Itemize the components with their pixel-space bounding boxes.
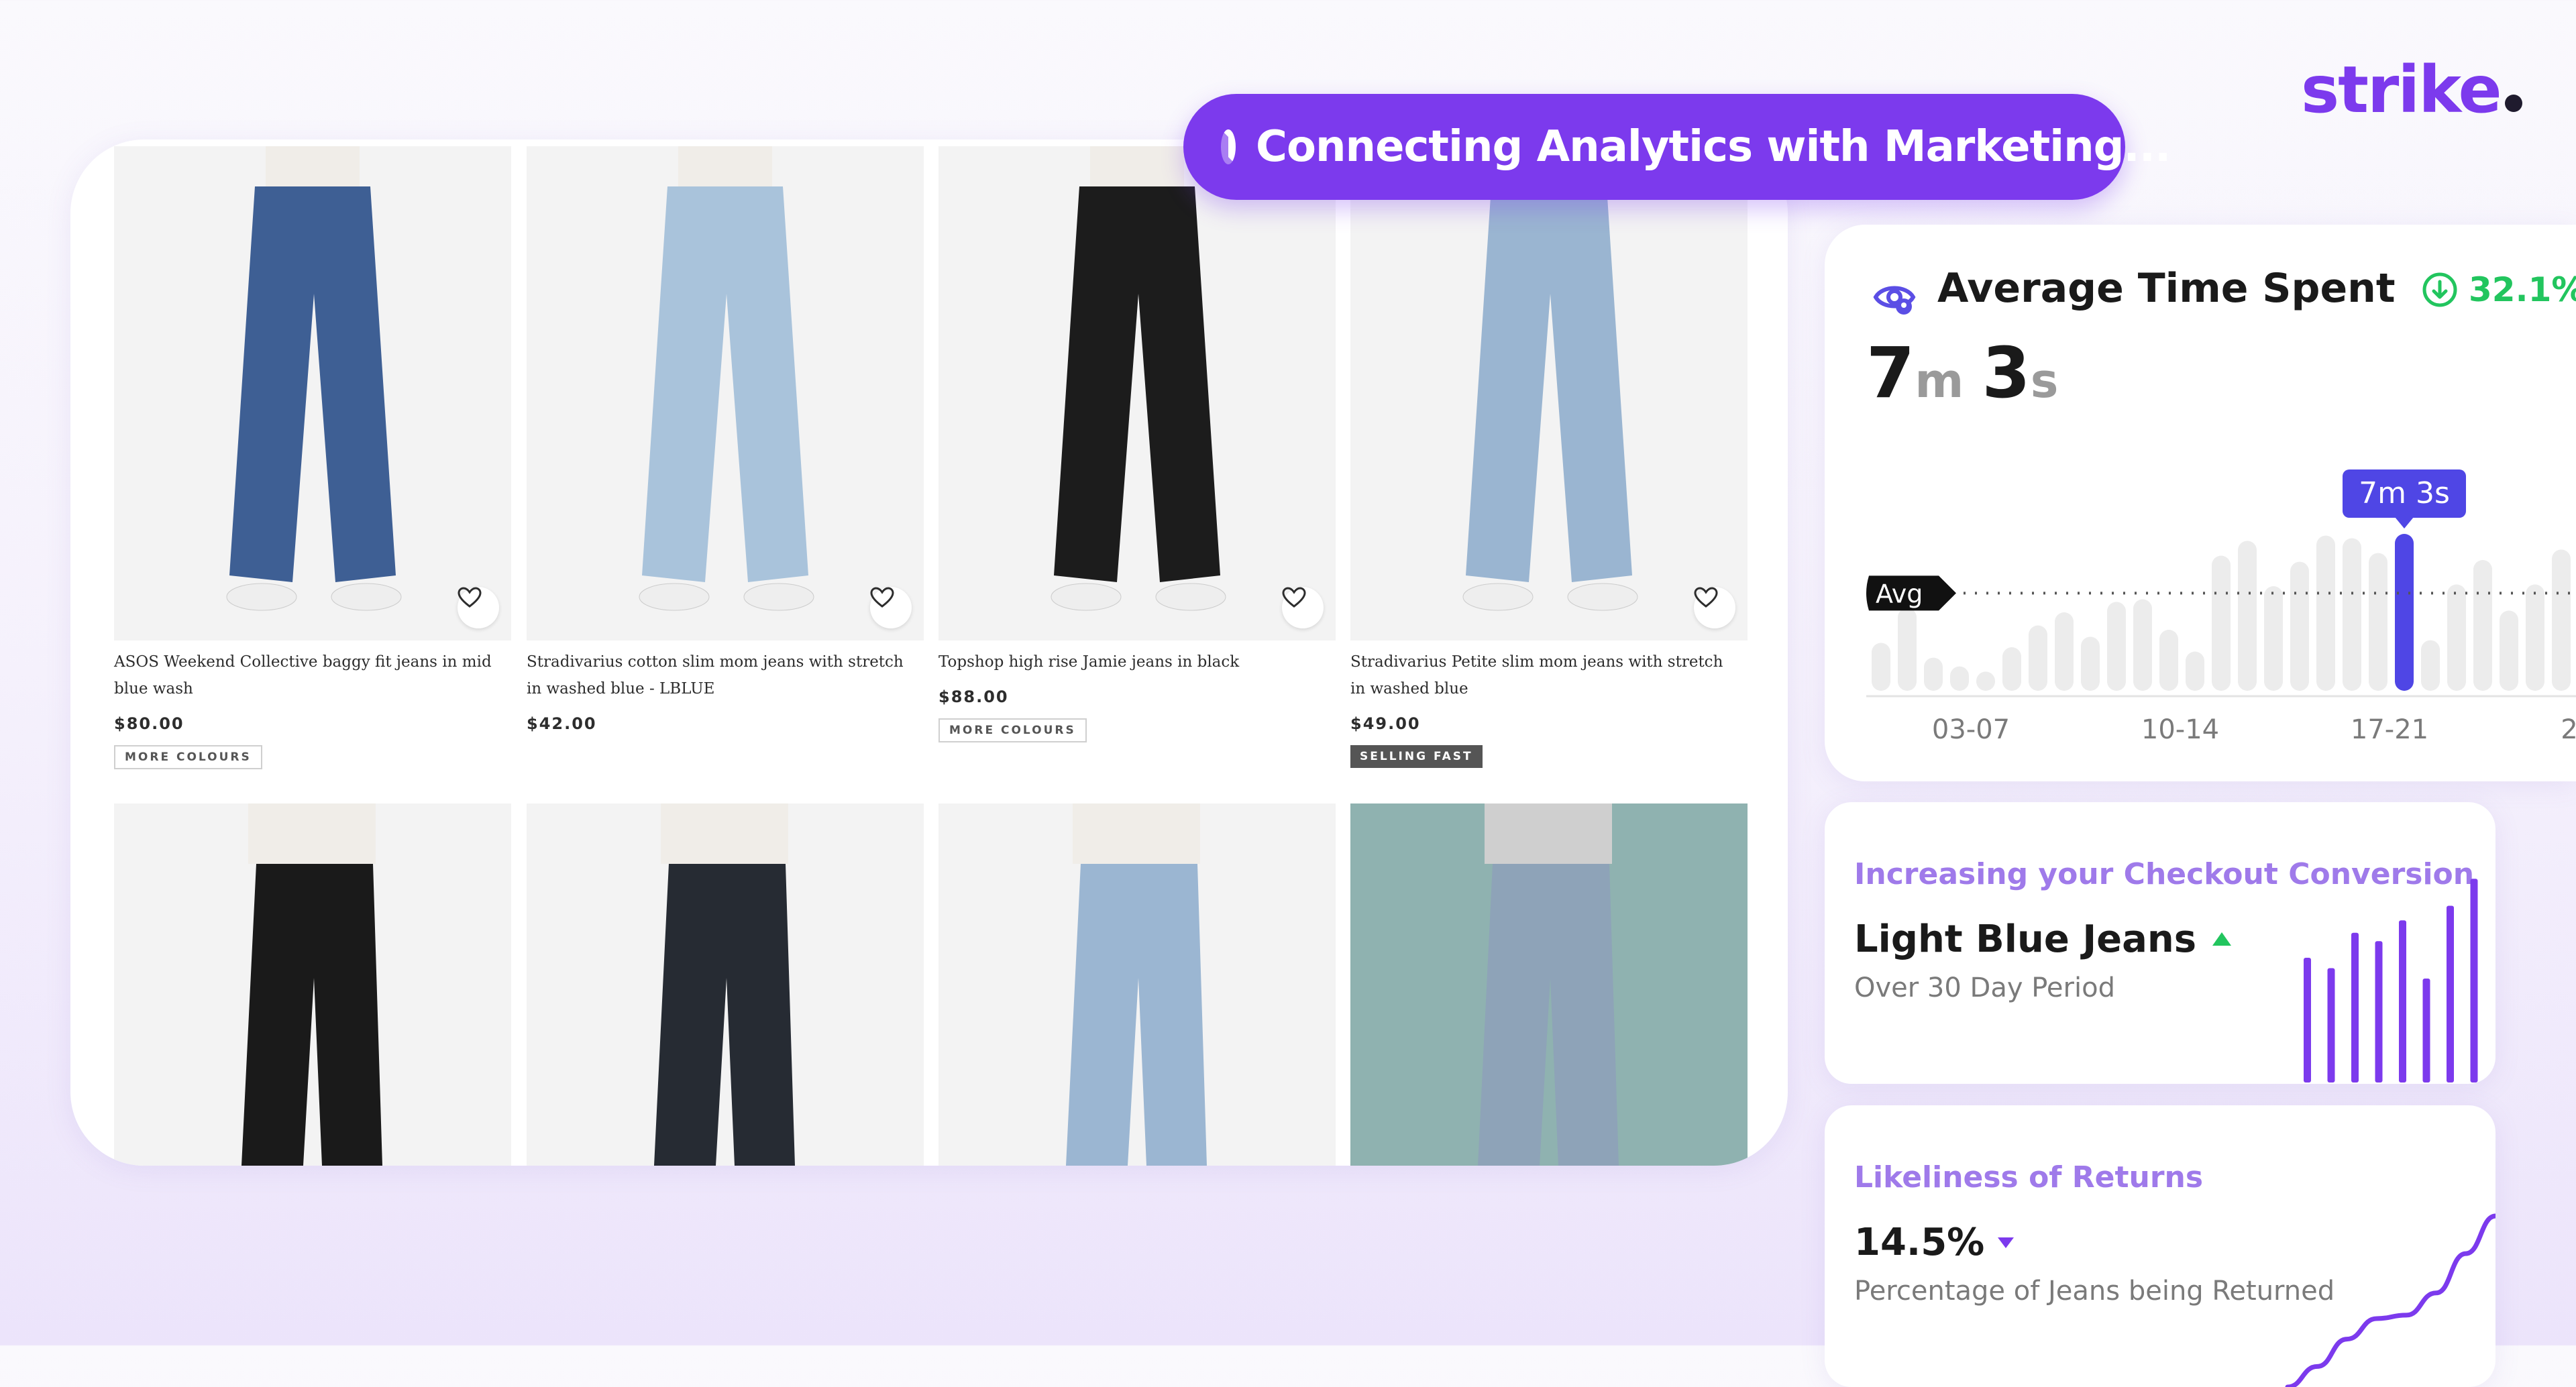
product-image[interactable] — [114, 146, 511, 641]
product-price: $42.00 — [527, 714, 597, 733]
chart-bar — [2081, 636, 2100, 691]
tooltip-pointer — [2395, 517, 2414, 529]
wishlist-heart-icon[interactable] — [458, 587, 499, 628]
average-time-card: Average Time Spent 32.1% 7m 3s Avg 7m 3s 0… — [1825, 225, 2576, 781]
product-card[interactable] — [114, 803, 511, 1166]
loading-spinner-icon — [1221, 129, 1236, 164]
chart-bar — [2133, 599, 2152, 691]
chart-bar — [2500, 610, 2518, 691]
product-card[interactable] — [1350, 803, 1748, 1166]
product-card[interactable] — [938, 803, 1336, 1166]
average-label: Avg — [1866, 575, 1956, 611]
product-image[interactable] — [114, 803, 511, 1166]
chart-bar — [1950, 666, 1969, 691]
selling-fast-badge: SELLING FAST — [1350, 745, 1483, 768]
product-name[interactable]: Stradivarius Petite slim mom jeans with … — [1350, 649, 1733, 702]
highlighted-bar — [2395, 534, 2414, 691]
wishlist-heart-icon[interactable] — [1694, 587, 1735, 628]
logo-text: strike — [2301, 52, 2502, 127]
time-spent-chart: Avg 7m 3s 03-07 10-14 17-21 2 — [1866, 469, 2576, 745]
x-tick-label: 2 — [2561, 714, 2576, 745]
chart-bar — [1924, 657, 1943, 691]
conversion-bar — [2327, 968, 2335, 1083]
tooltip-text: 7m 3s — [2359, 476, 2450, 510]
product-card[interactable]: Stradivarius cotton slim mom jeans with … — [527, 146, 924, 790]
more-colours-tag[interactable]: MORE COLOURS — [938, 718, 1087, 742]
conversion-bar — [2447, 905, 2454, 1083]
logo-dot — [2504, 95, 2522, 112]
strike-logo: strike — [2301, 52, 2522, 127]
chart-bar — [2186, 651, 2204, 691]
chart-bar — [2159, 630, 2178, 691]
status-pill-text: Connecting Analytics with Marketing... — [1256, 122, 2171, 172]
chart-bar — [2107, 602, 2126, 691]
product-image[interactable] — [1350, 146, 1748, 641]
returns-line-chart — [2285, 1213, 2496, 1387]
returns-card: Likeliness of Returns 14.5% Percentage o… — [1825, 1105, 2496, 1387]
conversion-bar — [2375, 941, 2383, 1083]
chart-bar — [1976, 671, 1995, 691]
conversion-bar — [2351, 932, 2359, 1083]
chart-bar — [2055, 612, 2074, 691]
chart-bar — [2343, 538, 2361, 691]
conversion-bar — [2304, 958, 2311, 1083]
x-tick-label: 17-21 — [2351, 714, 2428, 745]
product-image[interactable] — [938, 803, 1336, 1166]
chart-bar — [2316, 535, 2335, 691]
product-image[interactable] — [527, 146, 924, 641]
wishlist-heart-icon[interactable] — [1282, 587, 1324, 628]
product-image[interactable] — [1350, 803, 1748, 1166]
product-name[interactable]: ASOS Weekend Collective baggy fit jeans … — [114, 649, 496, 702]
conversion-card: Increasing your Checkout Conversion Ligh… — [1825, 802, 2496, 1084]
chart-bar — [2552, 549, 2571, 691]
product-card[interactable]: Topshop high rise Jamie jeans in black $8… — [938, 146, 1336, 790]
chart-bar — [2369, 553, 2387, 691]
product-grid: ASOS Weekend Collective baggy fit jeans … — [70, 140, 1788, 1166]
product-card[interactable]: Stradivarius Petite slim mom jeans with … — [1350, 146, 1748, 790]
product-image[interactable] — [527, 803, 924, 1166]
product-price: $49.00 — [1350, 714, 1421, 733]
bar-tooltip: 7m 3s — [2343, 469, 2466, 529]
chart-bar — [2212, 555, 2231, 691]
chart-bar — [1872, 643, 1890, 691]
conversion-bar — [2422, 979, 2430, 1083]
chart-bar — [2002, 647, 2021, 691]
product-name[interactable]: Stradivarius cotton slim mom jeans with … — [527, 649, 909, 702]
average-label-text: Avg — [1876, 579, 1923, 608]
product-card[interactable]: ASOS Weekend Collective baggy fit jeans … — [114, 146, 511, 790]
status-pill: Connecting Analytics with Marketing... — [1183, 94, 2171, 200]
chart-bar — [2029, 625, 2047, 691]
product-price: $88.00 — [938, 687, 1009, 706]
chart-bar — [2447, 584, 2466, 691]
product-image[interactable] — [938, 146, 1336, 641]
wishlist-heart-icon[interactable] — [870, 587, 912, 628]
chart-bar — [2238, 541, 2257, 691]
product-name[interactable]: Topshop high rise Jamie jeans in black — [938, 649, 1321, 675]
chart-bar — [1898, 608, 1917, 691]
more-colours-tag[interactable]: MORE COLOURS — [114, 745, 262, 769]
conversion-bar — [2399, 920, 2406, 1083]
x-tick-label: 03-07 — [1932, 714, 2010, 745]
chart-bar — [2264, 586, 2283, 691]
conversion-bar — [2470, 879, 2478, 1083]
chart-bar — [2290, 561, 2309, 691]
returns-trend-line — [2285, 1213, 2496, 1387]
x-tick-label: 10-14 — [2141, 714, 2219, 745]
chart-bar — [2421, 640, 2440, 691]
product-card[interactable] — [527, 803, 924, 1166]
chart-bar — [2526, 584, 2544, 691]
chart-bar — [2473, 560, 2492, 691]
product-price: $80.00 — [114, 714, 184, 733]
conversion-bar-chart — [2304, 879, 2478, 1083]
